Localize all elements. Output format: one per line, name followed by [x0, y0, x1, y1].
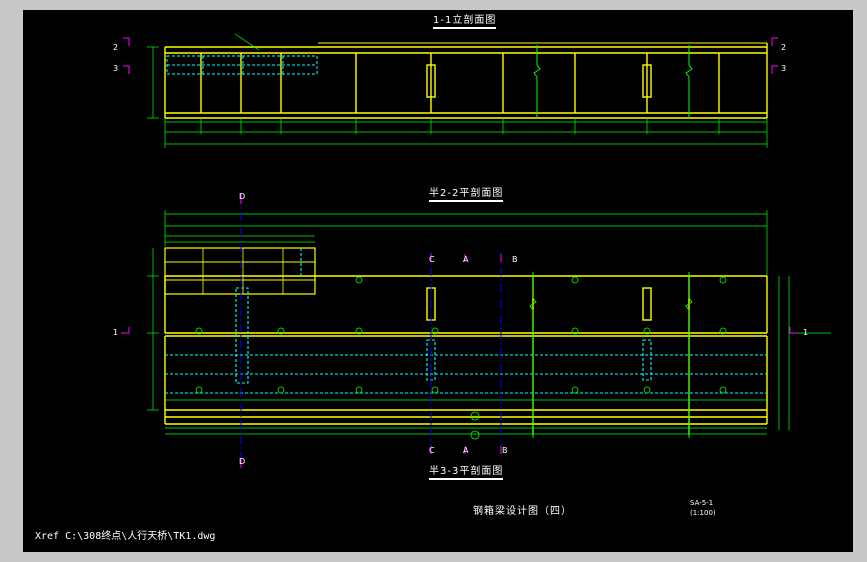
- marker-B-bottom: B: [502, 446, 508, 455]
- section-3-title: 半3-3平剖面图: [429, 462, 504, 480]
- marker-A-bottom: A: [463, 446, 469, 455]
- cad-window: 1-1立剖面图 半2-2平剖面图 半3-3平剖面图 钢箱梁设计图（四） SA-5…: [0, 0, 867, 562]
- marker-2-right: 2: [781, 43, 787, 52]
- marker-C-bottom: C: [429, 446, 435, 455]
- marker-1-right: 1: [803, 328, 809, 337]
- elevation-1-1: [164, 42, 768, 119]
- marker-2-left: 2: [113, 43, 119, 52]
- plan-hidden: [165, 248, 767, 394]
- xref-path: Xref C:\308终点\人行天桥\TK1.dwg: [35, 531, 216, 542]
- drawing-scale: (1:100): [690, 509, 716, 517]
- section-cut-markers: [121, 37, 798, 468]
- plan-2-2: [164, 247, 768, 435]
- drawing-number: SA-5-1: [690, 499, 714, 507]
- drawing-title: 钢箱梁设计图（四）: [473, 506, 572, 517]
- drawing-canvas[interactable]: 1-1立剖面图 半2-2平剖面图 半3-3平剖面图 钢箱梁设计图（四） SA-5…: [23, 10, 853, 552]
- marker-C-top: C: [429, 255, 435, 264]
- elevation-dims: [147, 33, 768, 148]
- rib-markers: [195, 276, 727, 440]
- plan-3-3: [164, 335, 768, 425]
- elevation-breaks: [533, 45, 693, 118]
- marker-3-left: 3: [113, 64, 119, 73]
- section-2-title: 半2-2平剖面图: [429, 184, 504, 202]
- marker-3-right: 3: [781, 64, 787, 73]
- marker-D-top: D: [239, 192, 246, 201]
- plan-dims: [147, 210, 831, 435]
- marker-1-left: 1: [113, 328, 119, 337]
- marker-B-top: B: [512, 255, 518, 264]
- elevation-hidden: [166, 55, 318, 75]
- marker-A-top: A: [463, 255, 469, 264]
- marker-D-bottom: D: [239, 457, 246, 466]
- section-1-title: 1-1立剖面图: [433, 11, 497, 29]
